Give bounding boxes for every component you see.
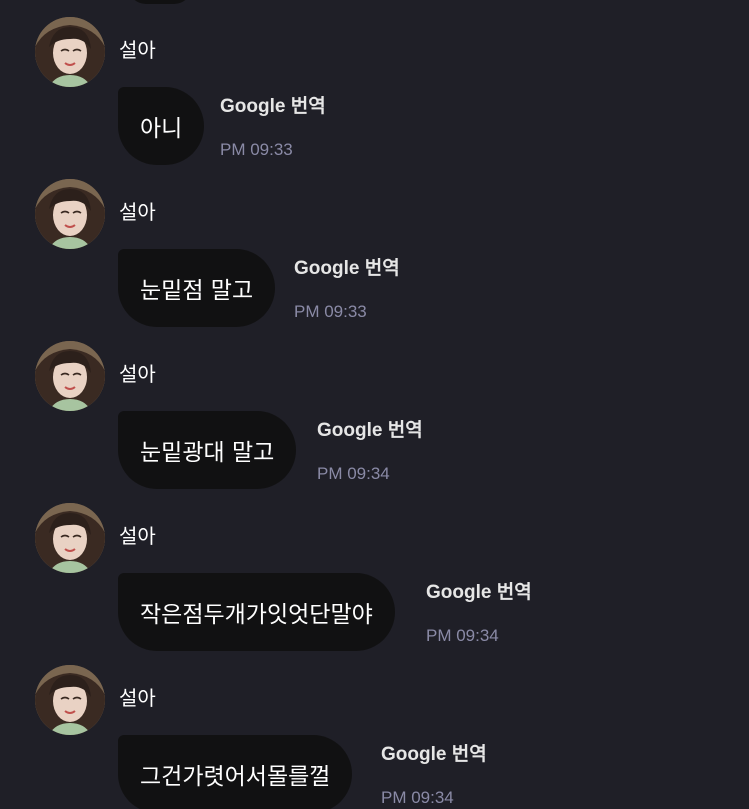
message-meta: Google 번역 PM 09:33 xyxy=(294,258,400,322)
google-translate-link[interactable]: Google 번역 xyxy=(294,258,400,280)
message-bubble[interactable]: 눈밑광대 말고 xyxy=(118,411,297,489)
message-time: PM 09:34 xyxy=(381,788,454,807)
message-time: PM 09:34 xyxy=(426,626,499,645)
sender-name: 설아 xyxy=(119,38,156,62)
sender-name: 설아 xyxy=(119,362,156,386)
avatar[interactable] xyxy=(35,503,105,573)
google-translate-link[interactable]: Google 번역 xyxy=(220,96,326,118)
message-bubble[interactable]: 작은점두개가잇엇단말야 xyxy=(118,573,395,651)
message-meta: Google 번역 PM 09:34 xyxy=(381,744,487,808)
chat-message: 설아 눈밑광대 말고 Google 번역 PM 09:34 xyxy=(0,324,749,489)
message-meta: Google 번역 PM 09:34 xyxy=(426,582,532,646)
message-time: PM 09:34 xyxy=(317,464,390,483)
avatar[interactable] xyxy=(35,17,105,87)
google-translate-link[interactable]: Google 번역 xyxy=(381,744,487,766)
message-bubble[interactable]: 아니 xyxy=(118,87,205,165)
avatar[interactable] xyxy=(35,179,105,249)
message-meta: Google 번역 PM 09:33 xyxy=(220,96,326,160)
message-bubble[interactable]: 눈밑점 말고 xyxy=(118,249,276,327)
sender-name: 설아 xyxy=(119,686,156,710)
message-meta: Google 번역 PM 09:34 xyxy=(317,420,423,484)
message-time: PM 09:33 xyxy=(294,302,367,321)
message-time: PM 09:33 xyxy=(220,140,293,159)
avatar[interactable] xyxy=(35,341,105,411)
avatar[interactable] xyxy=(35,665,105,735)
sender-name: 설아 xyxy=(119,200,156,224)
google-translate-link[interactable]: Google 번역 xyxy=(317,420,423,442)
chat-message: 설아 아니 Google 번역 PM 09:33 xyxy=(0,0,749,165)
google-translate-link[interactable]: Google 번역 xyxy=(426,582,532,604)
message-bubble[interactable]: 그건가렷어서몰를껄 xyxy=(118,735,353,809)
chat-message: 설아 그건가렷어서몰를껄 Google 번역 PM 09:34 xyxy=(0,648,749,809)
chat-message: 설아 작은점두개가잇엇단말야 Google 번역 PM 09:34 xyxy=(0,486,749,651)
sender-name: 설아 xyxy=(119,524,156,548)
chat-message: 설아 눈밑점 말고 Google 번역 PM 09:33 xyxy=(0,162,749,327)
